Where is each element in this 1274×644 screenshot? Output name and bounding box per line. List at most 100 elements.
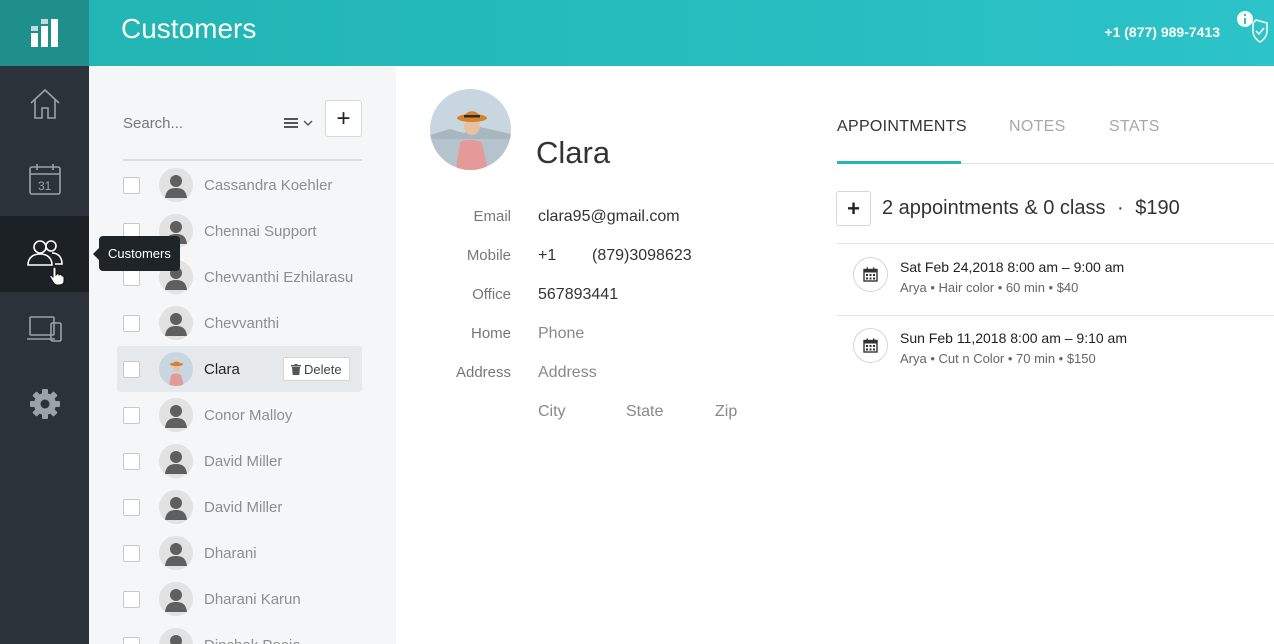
avatar bbox=[159, 398, 193, 432]
customer-name: Chevvanthi Ezhilarasu bbox=[204, 268, 354, 286]
customer-list-item[interactable]: Dinchak Pooja bbox=[117, 622, 362, 644]
appointments-total: $190 bbox=[1135, 197, 1180, 219]
person-placeholder-icon bbox=[159, 306, 193, 340]
select-checkbox[interactable] bbox=[123, 636, 140, 644]
person-placeholder-icon bbox=[159, 444, 193, 478]
customer-photo-thumb bbox=[159, 352, 193, 386]
state-field[interactable]: State bbox=[626, 403, 663, 421]
appointment-divider bbox=[837, 315, 1274, 316]
add-customer-button[interactable]: + bbox=[325, 100, 362, 137]
email-value[interactable]: clara95@gmail.com bbox=[538, 208, 680, 226]
nav-devices[interactable] bbox=[0, 291, 89, 367]
select-checkbox[interactable] bbox=[123, 176, 140, 194]
mobile-country-code[interactable]: +1 bbox=[538, 247, 556, 265]
customer-list-item[interactable]: David Miller bbox=[117, 438, 362, 484]
left-nav: 31 bbox=[0, 0, 89, 644]
tab-appointments[interactable]: APPOINTMENTS bbox=[837, 118, 967, 136]
customer-name: Cassandra Koehler bbox=[204, 176, 333, 194]
delete-button[interactable]: Delete bbox=[283, 357, 350, 381]
office-value[interactable]: 567893441 bbox=[538, 286, 618, 304]
home-icon bbox=[29, 88, 60, 119]
customer-name: Conor Malloy bbox=[204, 406, 293, 424]
city-field[interactable]: City bbox=[538, 403, 566, 421]
select-checkbox[interactable] bbox=[123, 268, 140, 286]
customer-list-item[interactable]: Conor Malloy bbox=[117, 392, 362, 438]
nav-settings[interactable] bbox=[0, 366, 89, 442]
select-checkbox[interactable] bbox=[123, 360, 140, 378]
devices-icon bbox=[26, 316, 62, 342]
avatar bbox=[159, 582, 193, 616]
nav-calendar[interactable]: 31 bbox=[0, 141, 89, 217]
address-field[interactable]: Address bbox=[538, 364, 597, 382]
list-divider bbox=[123, 159, 362, 161]
summary-separator: · bbox=[1117, 197, 1124, 219]
select-checkbox[interactable] bbox=[123, 590, 140, 608]
customer-list-item[interactable]: Dharani Karun bbox=[117, 576, 362, 622]
customer-list-item[interactable]: Cassandra Koehler bbox=[117, 162, 362, 208]
calendar-icon bbox=[863, 338, 878, 353]
calendar-icon bbox=[863, 267, 878, 282]
add-appointment-button[interactable]: + bbox=[836, 191, 871, 226]
email-label: Email bbox=[473, 208, 511, 225]
mobile-label: Mobile bbox=[466, 247, 511, 264]
calendar-icon-label: 31 bbox=[38, 179, 52, 193]
hand-cursor-icon bbox=[49, 266, 65, 286]
customer-name: Dharani Karun bbox=[204, 590, 301, 608]
person-placeholder-icon bbox=[159, 490, 193, 524]
customer-name: David Miller bbox=[204, 452, 283, 470]
list-menu-icon bbox=[284, 118, 313, 128]
appointments-summary: 2 appointments & 0 class · $190 bbox=[882, 197, 1180, 220]
select-checkbox[interactable] bbox=[123, 498, 140, 516]
person-placeholder-icon bbox=[159, 536, 193, 570]
avatar bbox=[159, 628, 193, 644]
top-header: Customers +1 (877) 989-7413 bbox=[89, 0, 1274, 66]
info-shield-icon bbox=[1237, 11, 1268, 43]
customer-list-item[interactable]: Clara Delete bbox=[117, 346, 362, 392]
appointment-divider bbox=[837, 243, 1274, 244]
customer-name: Clara bbox=[536, 135, 611, 170]
nav-customers[interactable] bbox=[0, 216, 89, 292]
avatar bbox=[159, 306, 193, 340]
avatar bbox=[159, 168, 193, 202]
mobile-value[interactable]: (879)3098623 bbox=[592, 247, 692, 265]
select-checkbox[interactable] bbox=[123, 452, 140, 470]
nav-tooltip: Customers bbox=[93, 236, 180, 271]
tab-notes[interactable]: NOTES bbox=[1009, 118, 1066, 136]
customer-name: David Miller bbox=[204, 498, 283, 516]
zip-field[interactable]: Zip bbox=[715, 403, 737, 421]
customer-name: Dharani bbox=[204, 544, 257, 562]
person-placeholder-icon bbox=[159, 168, 193, 202]
select-checkbox[interactable] bbox=[123, 544, 140, 562]
appointment-calendar-button[interactable] bbox=[853, 328, 888, 363]
avatar bbox=[159, 444, 193, 478]
appointment-subtitle: Arya • Hair color • 60 min • $40 bbox=[900, 280, 1079, 295]
calendar-icon: 31 bbox=[28, 164, 61, 195]
app-logo[interactable] bbox=[0, 0, 89, 66]
home-label: Home bbox=[470, 325, 511, 342]
customer-list-item[interactable]: David Miller bbox=[117, 484, 362, 530]
avatar bbox=[159, 490, 193, 524]
appointment-title[interactable]: Sat Feb 24,2018 8:00 am – 9:00 am bbox=[900, 259, 1124, 275]
customer-list-item[interactable]: Chevvanthi bbox=[117, 300, 362, 346]
search-input[interactable] bbox=[123, 108, 273, 138]
select-checkbox[interactable] bbox=[123, 314, 140, 332]
customer-name: Chevvanthi bbox=[204, 314, 280, 332]
select-checkbox[interactable] bbox=[123, 406, 140, 424]
customer-name: Dinchak Pooja bbox=[204, 637, 301, 644]
list-view-dropdown[interactable] bbox=[281, 110, 317, 136]
info-button[interactable] bbox=[1236, 10, 1272, 44]
office-label: Office bbox=[472, 286, 511, 303]
customer-avatar[interactable] bbox=[430, 89, 511, 170]
support-phone[interactable]: +1 (877) 989-7413 bbox=[1104, 24, 1220, 40]
address-label: Address bbox=[455, 364, 511, 381]
appointment-calendar-button[interactable] bbox=[853, 257, 888, 292]
appointment-subtitle: Arya • Cut n Color • 70 min • $150 bbox=[900, 351, 1096, 366]
trash-icon bbox=[291, 363, 301, 375]
customer-name: Clara bbox=[204, 360, 240, 378]
nav-home[interactable] bbox=[0, 66, 89, 142]
appointment-title[interactable]: Sun Feb 11,2018 8:00 am – 9:10 am bbox=[900, 330, 1127, 346]
customer-list-item[interactable]: Dharani bbox=[117, 530, 362, 576]
avatar bbox=[159, 536, 193, 570]
home-phone-field[interactable]: Phone bbox=[538, 325, 584, 343]
tab-stats[interactable]: STATS bbox=[1109, 118, 1160, 136]
